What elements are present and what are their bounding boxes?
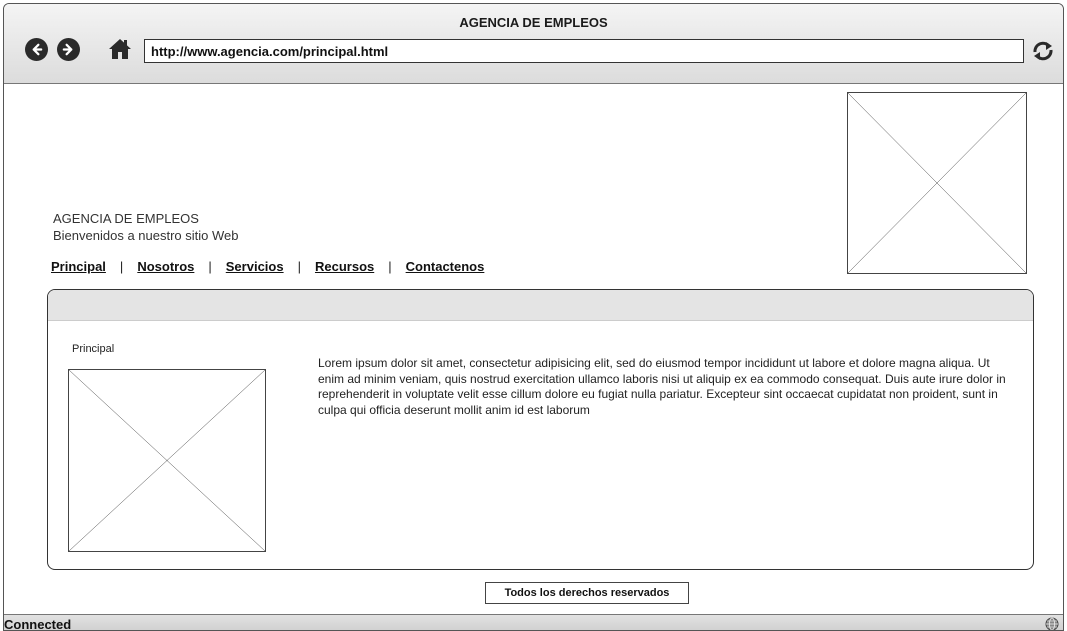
title-bar: AGENCIA DE EMPLEOS http://www.agencia.co… xyxy=(4,4,1063,84)
panel-image-placeholder xyxy=(68,369,266,552)
menu-separator: | xyxy=(119,259,124,274)
forward-icon[interactable] xyxy=(57,38,80,61)
panel-header xyxy=(48,290,1033,321)
menu-item-servicios[interactable]: Servicios xyxy=(226,259,284,274)
brand-subtitle: Bienvenidos a nuestro sitio Web xyxy=(53,228,239,243)
panel-body-text: Lorem ipsum dolor sit amet, consectetur … xyxy=(318,356,1006,417)
brand-block: AGENCIA DE EMPLEOS Bienvenidos a nuestro… xyxy=(53,210,238,244)
menu-item-recursos[interactable]: Recursos xyxy=(315,259,374,274)
menu-item-contactenos[interactable]: Contactenos xyxy=(406,259,485,274)
url-bar[interactable]: http://www.agencia.com/principal.html xyxy=(144,39,1024,63)
menu-separator: | xyxy=(297,259,301,274)
panel-label: Principal xyxy=(72,343,115,355)
menu-item-nosotros[interactable]: Nosotros xyxy=(137,259,194,274)
window-title: AGENCIA DE EMPLEOS xyxy=(459,15,608,30)
globe-icon xyxy=(1045,617,1059,630)
status-text: Connected xyxy=(4,617,72,631)
status-bar: Connected xyxy=(4,614,1063,631)
back-icon[interactable] xyxy=(25,38,48,61)
browser-window: AGENCIA DE EMPLEOS http://www.agencia.co… xyxy=(3,3,1064,631)
logo-image-placeholder xyxy=(847,92,1027,274)
page-content: AGENCIA DE EMPLEOS Bienvenidos a nuestro… xyxy=(4,84,1063,614)
home-icon[interactable] xyxy=(108,37,132,61)
menu-item-principal[interactable]: Principal xyxy=(51,259,106,274)
footer-copyright: Todos los derechos reservados xyxy=(485,582,689,604)
menu-separator: | xyxy=(388,259,392,274)
brand-title: AGENCIA DE EMPLEOS xyxy=(53,211,199,226)
main-menu: Principal | Nosotros | Servicios | Recur… xyxy=(51,259,484,274)
main-panel: Principal Lorem ipsum dolor sit amet, co… xyxy=(47,289,1034,570)
menu-separator: | xyxy=(208,259,212,274)
reload-icon[interactable] xyxy=(1030,40,1056,62)
